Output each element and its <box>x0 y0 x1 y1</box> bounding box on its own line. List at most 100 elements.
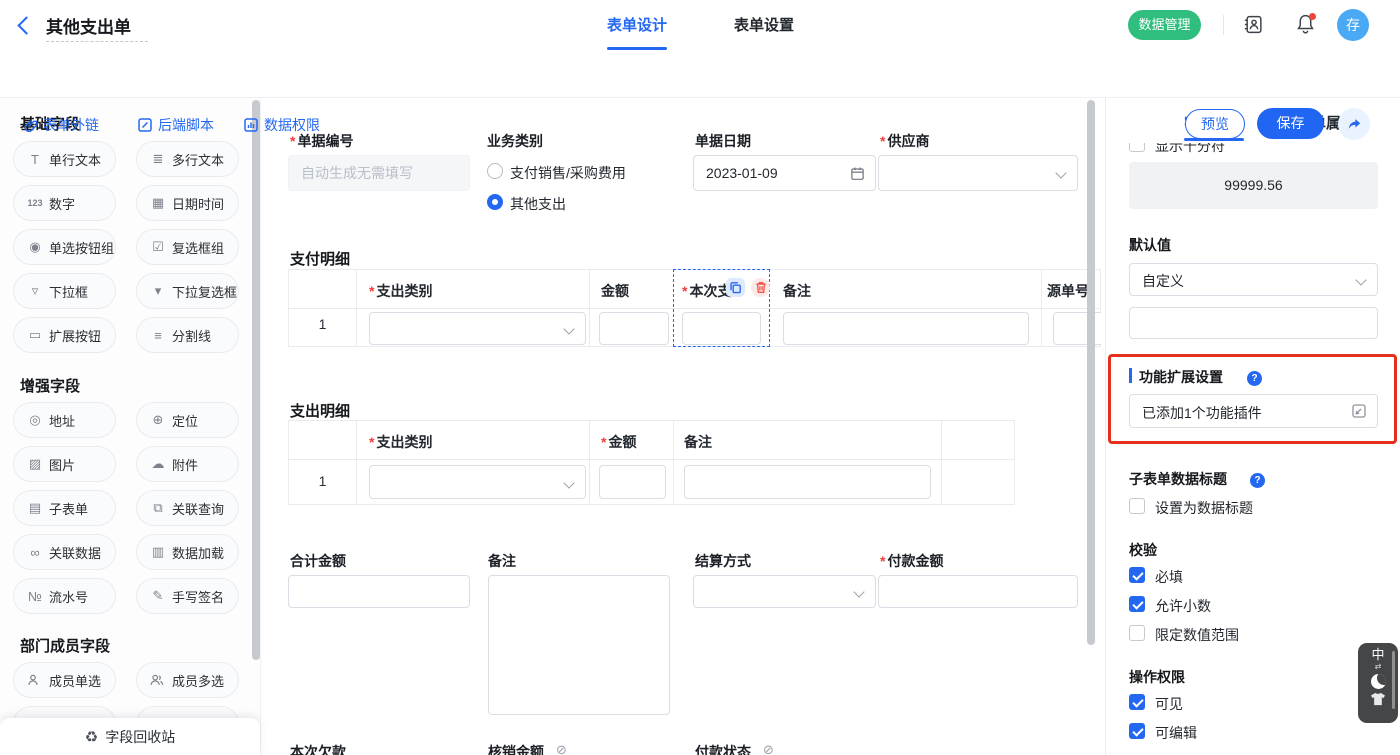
doc-no-input[interactable]: 自动生成无需填写 <box>288 155 470 191</box>
cloud-upload-icon: ☁ <box>149 456 167 472</box>
editable-label[interactable]: 可编辑 <box>1155 723 1197 743</box>
field-type-dropdown[interactable]: ▿下拉框 <box>13 273 116 309</box>
total-amount-input[interactable] <box>288 575 470 608</box>
note-textarea[interactable] <box>488 575 670 715</box>
calendar-icon <box>850 166 865 181</box>
field-type-datetime[interactable]: ▦日期时间 <box>136 185 239 221</box>
copy-column-icon[interactable] <box>726 278 745 297</box>
limit-range-checkbox[interactable] <box>1129 625 1145 641</box>
avatar[interactable]: 存 <box>1337 9 1369 41</box>
preview-button[interactable]: 预览 <box>1185 109 1245 139</box>
row-note-input[interactable] <box>783 312 1029 345</box>
row-category-select[interactable] <box>369 465 586 499</box>
col-category-header: 支出类别 <box>369 281 432 301</box>
required-label[interactable]: 必填 <box>1155 567 1183 587</box>
validation-title: 校验 <box>1129 540 1157 560</box>
field-type-geolocation[interactable]: ⊕定位 <box>136 402 239 438</box>
help-icon[interactable]: ? <box>1244 468 1265 488</box>
field-type-number[interactable]: 123数字 <box>13 185 116 221</box>
field-type-data-loader[interactable]: ▥数据加载 <box>136 534 239 570</box>
tab-form-design[interactable]: 表单设计 <box>597 14 677 35</box>
table-col-divider <box>589 421 590 504</box>
back-icon[interactable] <box>17 16 35 34</box>
data-permission-button[interactable]: 数据权限 <box>243 115 320 135</box>
theme-shirt-icon[interactable] <box>1370 692 1386 706</box>
editable-checkbox[interactable] <box>1129 723 1145 739</box>
radio-other-expense-label[interactable]: 其他支出 <box>510 194 566 214</box>
field-type-checkbox-group[interactable]: ☑复选框组 <box>136 229 239 265</box>
doc-date-value: 2023-01-09 <box>706 165 778 181</box>
share-button[interactable] <box>1338 108 1370 140</box>
button-icon: ▭ <box>26 327 44 343</box>
widget-scrollbar <box>1392 651 1395 709</box>
pay-amount-input[interactable] <box>878 575 1078 608</box>
field-type-image[interactable]: ▨图片 <box>13 446 116 482</box>
help-icon[interactable]: ? <box>1241 366 1262 386</box>
eye-off-icon: ⊘ <box>556 742 567 755</box>
col-category-header: 支出类别 <box>369 432 432 452</box>
pay-detail-title: 支付明细 <box>290 248 350 269</box>
delete-column-icon[interactable] <box>751 278 770 297</box>
language-toggle[interactable]: 中 <box>1371 648 1384 662</box>
doc-date-input[interactable]: 2023-01-09 <box>693 155 876 191</box>
dark-mode-moon-icon[interactable] <box>1371 674 1386 689</box>
col-note-header: 备注 <box>783 281 811 301</box>
field-type-attachment[interactable]: ☁附件 <box>136 446 239 482</box>
link-chain-icon: ∞ <box>26 545 44 560</box>
visible-label[interactable]: 可见 <box>1155 694 1183 714</box>
data-title-checkbox[interactable] <box>1129 498 1145 514</box>
address-book-icon[interactable] <box>1243 14 1264 35</box>
field-type-multi-line-text[interactable]: ≣多行文本 <box>136 141 239 177</box>
allow-decimal-checkbox[interactable] <box>1129 596 1145 612</box>
field-type-multi-dropdown[interactable]: ▾下拉复选框 <box>136 273 239 309</box>
field-type-address[interactable]: ◎地址 <box>13 402 116 438</box>
chevron-down-icon <box>853 586 864 597</box>
plugin-field[interactable]: 已添加1个功能插件 <box>1129 394 1378 428</box>
radio-pay-sales-label[interactable]: 支付销售/采购费用 <box>510 163 626 183</box>
row-amount-input[interactable] <box>599 465 666 499</box>
external-link-button[interactable]: 表单外链 <box>22 115 99 135</box>
dropdown-icon: ▿ <box>26 283 44 299</box>
field-type-member-single[interactable]: 成员单选 <box>13 662 116 698</box>
row-note-input[interactable] <box>684 465 931 499</box>
field-type-extend-button[interactable]: ▭扩展按钮 <box>13 317 116 353</box>
form-title[interactable]: 其他支出单 <box>46 13 131 38</box>
data-permission-label: 数据权限 <box>264 115 320 135</box>
settle-method-select[interactable] <box>693 575 876 608</box>
data-title-checkbox-label[interactable]: 设置为数据标题 <box>1155 498 1253 518</box>
visible-checkbox[interactable] <box>1129 694 1145 710</box>
backend-script-label: 后端脚本 <box>158 115 214 135</box>
field-type-signature[interactable]: ✎手写签名 <box>136 578 239 614</box>
language-swap-icon: ⇄ <box>1375 663 1382 671</box>
field-type-serial-number[interactable]: №流水号 <box>13 578 116 614</box>
radio-other-expense[interactable] <box>487 194 503 210</box>
allow-decimal-label[interactable]: 允许小数 <box>1155 596 1211 616</box>
data-manage-button[interactable]: 数据管理 <box>1128 10 1201 40</box>
default-value-input[interactable] <box>1129 307 1378 339</box>
save-button[interactable]: 保存 <box>1257 108 1324 139</box>
current-debt-label: 本次欠款 <box>290 742 346 755</box>
bar-chart-icon: ▥ <box>149 544 167 560</box>
row-category-select[interactable] <box>369 312 586 345</box>
required-checkbox[interactable] <box>1129 567 1145 583</box>
supplier-select[interactable] <box>878 155 1078 191</box>
field-type-single-line-text[interactable]: T单行文本 <box>13 141 116 177</box>
field-type-linked-query[interactable]: ⧉关联查询 <box>136 490 239 526</box>
field-type-subform[interactable]: ▤子表单 <box>13 490 116 526</box>
tab-form-settings[interactable]: 表单设置 <box>724 14 804 35</box>
edit-pencil-icon[interactable] <box>1351 403 1367 419</box>
default-value-select[interactable]: 自定义 <box>1129 263 1378 296</box>
field-recycle-bin[interactable]: ♻ 字段回收站 <box>0 718 260 755</box>
field-type-linked-data[interactable]: ∞关联数据 <box>13 534 116 570</box>
backend-script-button[interactable]: 后端脚本 <box>137 115 214 135</box>
link-icon <box>22 117 38 133</box>
limit-range-label[interactable]: 限定数值范围 <box>1155 625 1239 645</box>
total-amount-label: 合计金额 <box>290 551 346 571</box>
canvas-scrollbar[interactable] <box>1087 100 1095 645</box>
row-amount-input[interactable] <box>599 312 669 345</box>
field-type-divider[interactable]: ≡分割线 <box>136 317 239 353</box>
field-type-radio-group[interactable]: ◉单选按钮组 <box>13 229 116 265</box>
radio-pay-sales[interactable] <box>487 163 503 179</box>
field-type-member-multi[interactable]: 成员多选 <box>136 662 239 698</box>
sidebar-scrollbar[interactable] <box>252 100 260 660</box>
